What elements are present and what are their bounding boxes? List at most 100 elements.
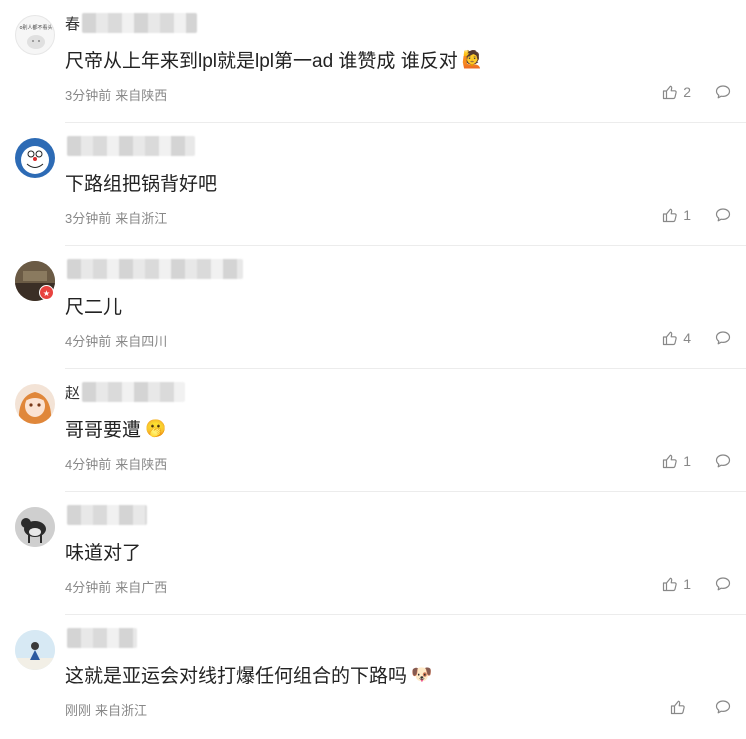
comment-location: 来自浙江 xyxy=(95,703,148,718)
username[interactable]: 春 xyxy=(65,12,198,34)
doge-emoji-icon: 🐶 xyxy=(411,665,433,684)
avatar-image xyxy=(18,392,52,424)
raising-hand-emoji-icon: 🙋 xyxy=(461,50,483,69)
like-button[interactable]: 1 xyxy=(662,576,691,592)
comment-text: 尺帝从上年来到lpl就是lpl第一ad 谁赞成 谁反对 🙋 xyxy=(65,46,483,73)
vip-badge-icon: ★ xyxy=(39,285,54,300)
speech-bubble-icon xyxy=(715,208,731,222)
username-text: 赵 xyxy=(65,384,81,402)
avatar[interactable] xyxy=(15,630,55,670)
avatar[interactable] xyxy=(15,138,55,178)
comment-meta: 刚刚 来自浙江 xyxy=(65,700,147,719)
avatar-image xyxy=(15,507,55,547)
username-blur xyxy=(82,13,198,33)
reply-button[interactable] xyxy=(715,453,731,469)
comment-text-content: 味道对了 xyxy=(65,543,142,564)
like-button[interactable]: 1 xyxy=(662,453,691,469)
comment-item: 赵 哥哥要遭 🫢 4分钟前 来自陕西 1 xyxy=(0,369,746,492)
reply-button[interactable] xyxy=(715,207,731,223)
avatar-image xyxy=(21,146,49,174)
comment-item: 味道对了 4分钟前 来自广西 1 xyxy=(0,492,746,615)
username-blur xyxy=(82,382,186,402)
thumbs-up-icon xyxy=(663,208,677,223)
thumbs-up-icon xyxy=(663,85,677,100)
avatar-caption: o别人都不看头 xyxy=(19,24,52,31)
like-count: 1 xyxy=(683,576,691,592)
comment-text-content: 尺帝从上年来到lpl就是lpl第一ad 谁赞成 谁反对 xyxy=(65,51,458,72)
comment-text: 味道对了 xyxy=(65,538,141,565)
username[interactable] xyxy=(65,258,243,280)
comment-text: 这就是亚运会对线打爆任何组合的下路吗 🐶 xyxy=(65,661,432,688)
comment-time: 4分钟前 xyxy=(65,580,112,595)
comment-item: 这就是亚运会对线打爆任何组合的下路吗 🐶 刚刚 来自浙江 xyxy=(0,615,746,738)
username[interactable] xyxy=(65,627,137,649)
comment-text: 下路组把锅背好吧 xyxy=(65,169,217,196)
comment-item: 下路组把锅背好吧 3分钟前 来自浙江 1 xyxy=(0,123,746,246)
speech-bubble-icon xyxy=(715,700,731,714)
like-count: 1 xyxy=(683,207,691,223)
avatar[interactable] xyxy=(15,384,55,424)
like-button[interactable]: 4 xyxy=(662,330,691,346)
speech-bubble-icon xyxy=(715,454,731,468)
username[interactable] xyxy=(65,135,195,157)
comment-meta: 4分钟前 来自陕西 xyxy=(65,454,167,473)
reply-button[interactable] xyxy=(715,699,731,715)
comment-meta: 3分钟前 来自陕西 xyxy=(65,85,167,104)
comment-text-content: 这就是亚运会对线打爆任何组合的下路吗 xyxy=(65,666,408,687)
thumbs-up-icon xyxy=(670,700,685,715)
like-count: 1 xyxy=(683,453,691,469)
comment-text: 哥哥要遭 🫢 xyxy=(65,415,166,442)
reply-button[interactable] xyxy=(715,84,731,100)
comment-time: 3分钟前 xyxy=(65,88,112,103)
comment-actions: 1 xyxy=(662,576,731,592)
like-count: 4 xyxy=(683,330,691,346)
comment-location: 来自陕西 xyxy=(115,88,168,103)
comment-actions xyxy=(670,699,731,715)
comment-text-content: 哥哥要遭 xyxy=(65,420,142,441)
speech-bubble-icon xyxy=(715,85,731,99)
username-blur xyxy=(67,628,137,648)
shocked-face-emoji-icon: 🫢 xyxy=(145,419,167,438)
username-blur xyxy=(67,259,243,279)
comment-text: 尺二儿 xyxy=(65,292,122,319)
comment-item: o别人都不看头 春 尺帝从上年来到lpl就是lpl第一ad 谁赞成 谁反对 🙋 … xyxy=(0,0,746,123)
comment-actions: 1 xyxy=(662,207,731,223)
comment-location: 来自浙江 xyxy=(115,211,168,226)
comment-actions: 1 xyxy=(662,453,731,469)
comment-text-content: 下路组把锅背好吧 xyxy=(65,174,218,195)
avatar[interactable] xyxy=(15,507,55,547)
username[interactable]: 赵 xyxy=(65,381,186,403)
speech-bubble-icon xyxy=(715,577,731,591)
reply-button[interactable] xyxy=(715,330,731,346)
like-count: 2 xyxy=(683,84,691,100)
thumbs-up-icon xyxy=(663,454,677,469)
username[interactable] xyxy=(65,504,147,526)
username-blur xyxy=(67,505,147,525)
thumbs-up-icon xyxy=(663,577,677,592)
comment-actions: 2 xyxy=(662,84,731,100)
comment-text-content: 尺二儿 xyxy=(65,297,123,318)
comment-meta: 3分钟前 来自浙江 xyxy=(65,208,167,227)
avatar-image xyxy=(15,630,55,670)
thumbs-up-icon xyxy=(663,331,677,346)
comment-location: 来自广西 xyxy=(115,580,168,595)
like-button[interactable]: 1 xyxy=(662,207,691,223)
username-blur xyxy=(67,136,195,156)
comment-location: 来自陕西 xyxy=(115,457,168,472)
comment-meta: 4分钟前 来自广西 xyxy=(65,577,167,596)
username-text: 春 xyxy=(65,15,81,33)
avatar-image: o别人都不看头 xyxy=(19,24,53,49)
avatar[interactable]: o别人都不看头 xyxy=(15,15,55,55)
comment-time: 3分钟前 xyxy=(65,211,112,226)
like-button[interactable]: 2 xyxy=(662,84,691,100)
comment-time: 4分钟前 xyxy=(65,457,112,472)
comment-location: 来自四川 xyxy=(115,334,168,349)
comment-time: 4分钟前 xyxy=(65,334,112,349)
comment-actions: 4 xyxy=(662,330,731,346)
speech-bubble-icon xyxy=(715,331,731,345)
comment-item: ★ 尺二儿 4分钟前 来自四川 4 xyxy=(0,246,746,369)
comment-meta: 4分钟前 来自四川 xyxy=(65,331,167,350)
reply-button[interactable] xyxy=(715,576,731,592)
comment-time: 刚刚 xyxy=(65,703,92,718)
like-button[interactable] xyxy=(670,699,691,715)
